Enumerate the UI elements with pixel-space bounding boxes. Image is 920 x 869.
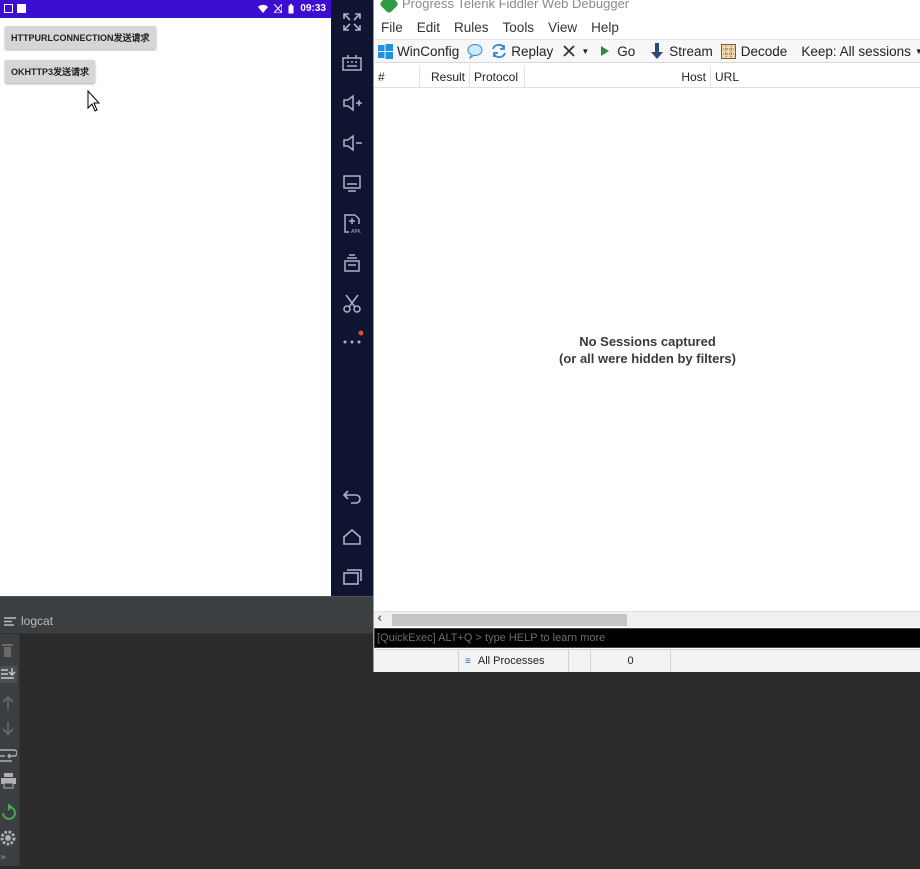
decode-label: Decode: [740, 43, 788, 59]
close-x-icon: [561, 43, 577, 59]
go-label: Go: [617, 43, 636, 59]
logcat-list-icon: [4, 617, 16, 626]
notification-icon: [17, 4, 26, 13]
column-protocol[interactable]: Protocol: [470, 66, 525, 88]
menu-bar: File Edit Rules Tools View Help: [374, 18, 920, 38]
more-icon[interactable]: [341, 330, 364, 352]
remove-button[interactable]: ▼: [558, 40, 594, 62]
android-status-bar: 09:33: [0, 0, 331, 18]
empty-message-line1: No Sessions captured: [579, 334, 716, 349]
volume-down-icon[interactable]: [341, 132, 363, 154]
notification-icon: [4, 4, 13, 13]
session-count: 0: [591, 650, 671, 672]
stream-arrow-icon: [649, 43, 665, 59]
scissors-icon[interactable]: [341, 292, 363, 314]
filter-icon: ≡: [465, 656, 471, 667]
okhttp3-button[interactable]: OKHTTP3发送请求: [5, 60, 96, 83]
soft-wrap-icon[interactable]: [0, 746, 18, 763]
mouse-cursor-icon: [87, 90, 101, 112]
status-time: 09:33: [300, 3, 326, 14]
multi-window-icon[interactable]: [341, 252, 363, 274]
restart-icon[interactable]: [0, 803, 17, 821]
windows-icon: [377, 43, 393, 59]
menu-tools[interactable]: Tools: [496, 18, 542, 38]
status-spacer: [569, 650, 591, 672]
go-button[interactable]: Go: [594, 40, 640, 62]
screen-icon[interactable]: [341, 172, 363, 194]
scroll-left-icon[interactable]: ‹: [377, 611, 382, 626]
back-icon[interactable]: [341, 485, 363, 507]
install-apk-icon[interactable]: APK: [341, 212, 363, 235]
fiddler-toolbar: WinConfig Replay ▼ Go Stream Decode Keep…: [374, 39, 920, 63]
column-result[interactable]: Result: [420, 66, 470, 88]
menu-help[interactable]: Help: [584, 18, 626, 38]
logcat-side-toolbar: »: [0, 634, 20, 866]
scrollbar-thumb[interactable]: [392, 614, 627, 626]
menu-rules[interactable]: Rules: [447, 18, 496, 38]
replay-label: Replay: [511, 43, 554, 59]
replay-icon: [491, 43, 507, 59]
home-icon[interactable]: [341, 526, 363, 548]
keep-sessions-dropdown[interactable]: Keep: All sessions ▼: [798, 40, 920, 62]
menu-edit[interactable]: Edit: [410, 18, 447, 38]
replay-button[interactable]: Replay: [488, 40, 558, 62]
process-filter-label: All Processes: [477, 655, 545, 667]
keep-label: Keep: All sessions: [801, 43, 911, 59]
column-url[interactable]: URL: [711, 66, 920, 88]
process-filter[interactable]: ≡ All Processes: [459, 650, 569, 672]
notification-icons: [4, 4, 30, 14]
fiddler-window: Progress Telerik Fiddler Web Debugger Fi…: [373, 0, 920, 672]
scroll-to-end-icon[interactable]: [0, 666, 17, 683]
httpurlconnection-button[interactable]: HTTPURLCONNECTION发送请求: [5, 26, 156, 49]
battery-icon: [288, 3, 294, 13]
svg-text:APK: APK: [351, 229, 361, 234]
window-title: Progress Telerik Fiddler Web Debugger: [402, 0, 630, 11]
more-chevron-icon[interactable]: »: [0, 852, 17, 869]
fiddler-status-bar: ≡ All Processes 0: [374, 649, 920, 672]
android-screen: 09:33 HTTPURLCONNECTION发送请求 OKHTTP3发送请求: [0, 0, 331, 596]
trash-icon[interactable]: [0, 642, 17, 659]
wifi-icon: [258, 4, 269, 13]
logcat-output: [0, 634, 373, 866]
ide-background: [373, 672, 920, 866]
up-arrow-icon[interactable]: [0, 694, 17, 711]
winconfig-button[interactable]: WinConfig: [374, 40, 464, 62]
logcat-tab[interactable]: logcat: [0, 608, 373, 634]
fiddler-logo-icon: [379, 0, 399, 14]
column-number[interactable]: #: [374, 66, 420, 88]
horizontal-scrollbar[interactable]: ‹: [374, 611, 920, 627]
panel-divider[interactable]: [0, 596, 373, 608]
down-arrow-icon[interactable]: [0, 720, 17, 737]
gear-icon[interactable]: [0, 830, 17, 847]
emulator-toolbar: APK: [331, 0, 373, 596]
menu-view[interactable]: View: [541, 18, 584, 38]
keyboard-icon[interactable]: [341, 52, 363, 74]
recents-icon[interactable]: [341, 566, 363, 588]
status-capture-cell[interactable]: [374, 650, 459, 672]
sessions-grid-header: # Result Protocol Host URL: [374, 66, 920, 88]
play-icon: [597, 43, 613, 59]
fullscreen-icon[interactable]: [341, 11, 363, 33]
no-signal-icon: [274, 4, 283, 13]
stream-label: Stream: [669, 43, 713, 59]
chevron-down-icon: ▼: [581, 46, 590, 56]
empty-message-line2: (or all were hidden by filters): [559, 351, 736, 366]
print-icon[interactable]: [0, 772, 17, 789]
decode-button[interactable]: Decode: [718, 40, 793, 62]
comment-bubble-icon: [467, 43, 483, 59]
fiddler-title-bar: Progress Telerik Fiddler Web Debugger: [374, 0, 920, 14]
chevron-down-icon: ▼: [914, 46, 920, 56]
quickexec-input[interactable]: [QuickExec] ALT+Q > type HELP to learn m…: [374, 628, 920, 648]
comment-button[interactable]: [464, 40, 488, 62]
status-right: 09:33: [258, 3, 326, 14]
empty-sessions-message: No Sessions captured (or all were hidden…: [374, 333, 920, 367]
decode-grid-icon: [721, 43, 737, 59]
column-host[interactable]: Host: [525, 66, 711, 88]
stream-button[interactable]: Stream: [646, 40, 718, 62]
volume-up-icon[interactable]: [341, 92, 363, 114]
logcat-tab-label: logcat: [21, 614, 54, 628]
menu-file[interactable]: File: [374, 18, 410, 38]
winconfig-label: WinConfig: [397, 43, 460, 59]
